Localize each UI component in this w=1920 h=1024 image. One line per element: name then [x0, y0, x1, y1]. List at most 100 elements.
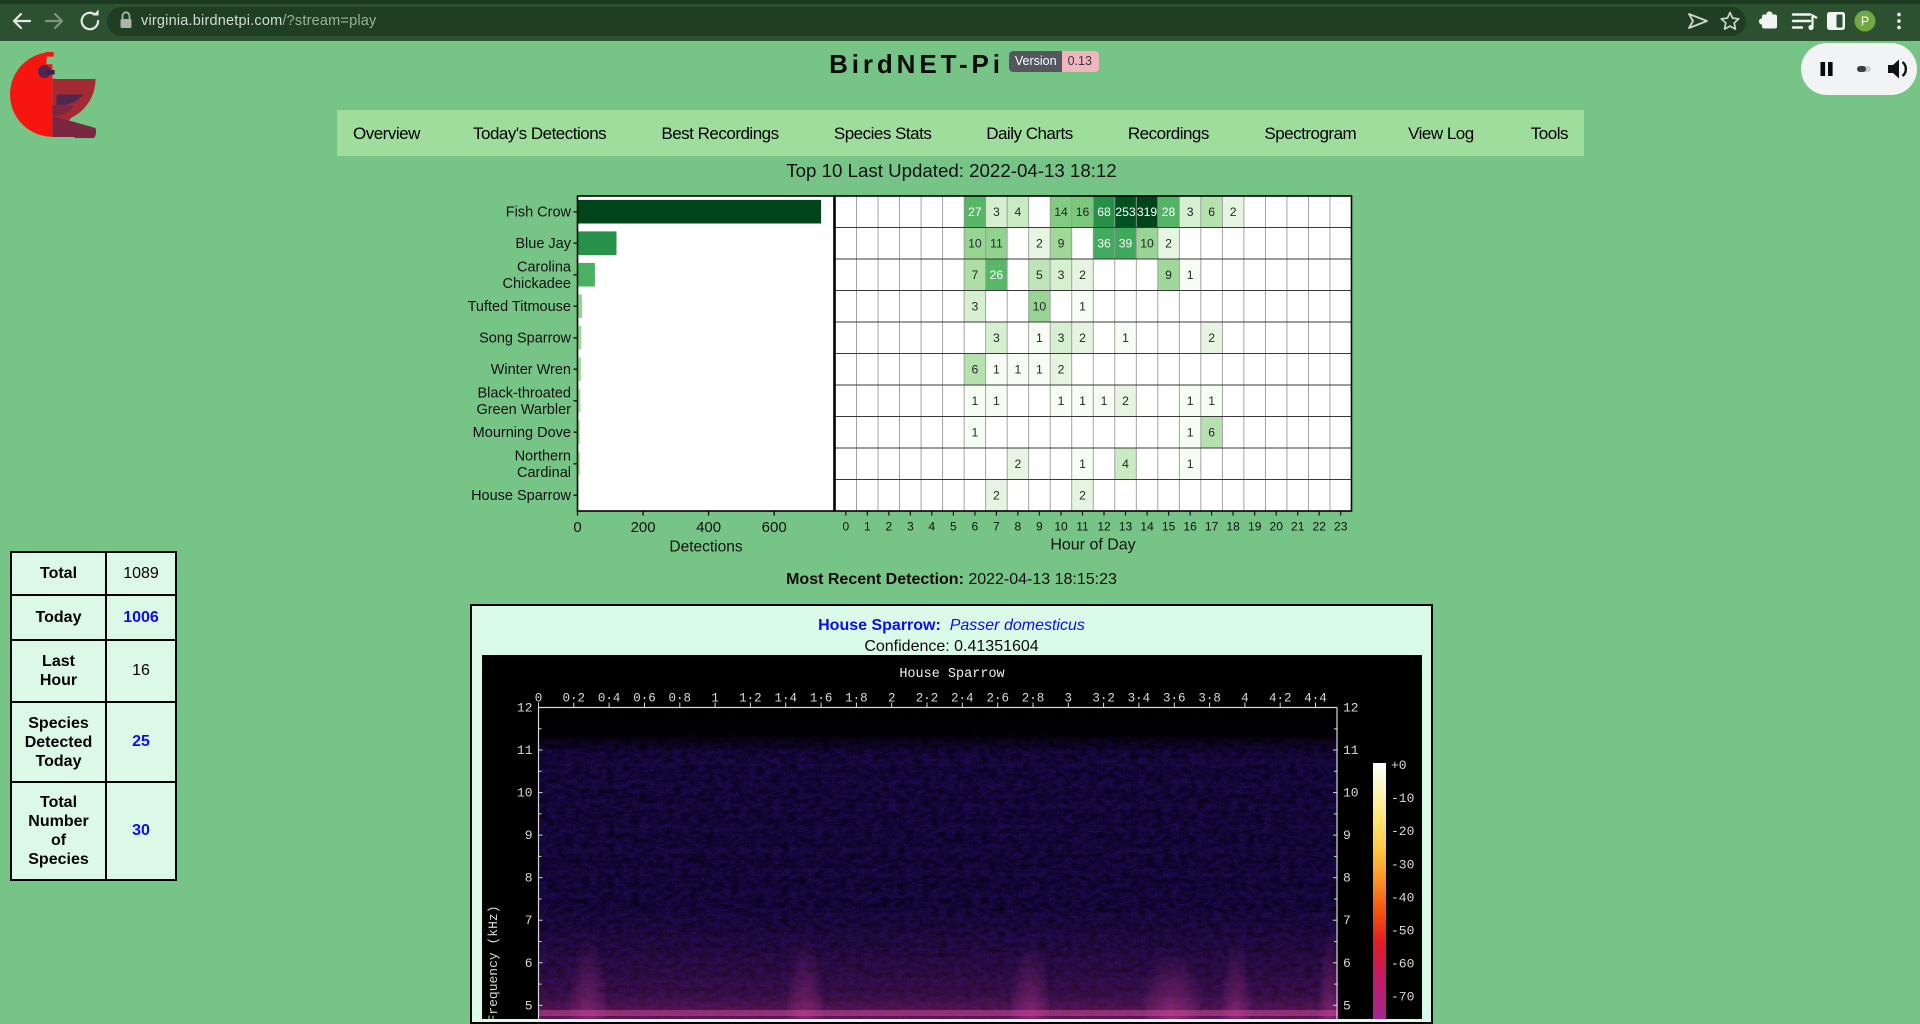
svg-text:Winter Wren: Winter Wren [491, 362, 571, 378]
svg-text:39: 39 [1119, 236, 1133, 250]
svg-text:13: 13 [1119, 520, 1133, 534]
svg-text:11: 11 [517, 743, 533, 758]
svg-text:28: 28 [1162, 205, 1176, 219]
svg-text:3: 3 [993, 331, 1000, 345]
svg-text:10: 10 [1033, 299, 1047, 313]
svg-text:-60: -60 [1391, 957, 1414, 972]
svg-text:11: 11 [990, 236, 1003, 250]
svg-text:1: 1 [1036, 362, 1043, 376]
svg-text:1: 1 [1187, 268, 1194, 282]
svg-text:7: 7 [525, 913, 533, 928]
svg-text:1: 1 [1079, 457, 1086, 471]
svg-text:Frequency (kHz): Frequency (kHz) [486, 905, 501, 1019]
svg-text:Tufted Titmouse: Tufted Titmouse [468, 299, 571, 315]
svg-text:P: P [1861, 15, 1869, 29]
svg-text:1: 1 [864, 520, 871, 534]
svg-text:6: 6 [525, 956, 533, 971]
svg-text:27: 27 [968, 205, 982, 219]
svg-text:15: 15 [1162, 520, 1176, 534]
svg-text:16: 16 [1076, 205, 1090, 219]
svg-text:+0: +0 [1391, 758, 1407, 773]
svg-text:22: 22 [1313, 520, 1327, 534]
svg-text:1: 1 [1187, 394, 1194, 408]
svg-text:Mourning Dove: Mourning Dove [473, 425, 571, 441]
svg-text:4: 4 [1122, 457, 1129, 471]
svg-text:2: 2 [1079, 331, 1086, 345]
svg-text:253: 253 [1115, 205, 1136, 219]
svg-text:6: 6 [971, 362, 978, 376]
svg-text:5: 5 [1036, 268, 1043, 282]
svg-text:3: 3 [907, 520, 914, 534]
svg-text:9: 9 [1343, 828, 1351, 843]
svg-text:-70: -70 [1391, 990, 1414, 1005]
svg-text:0: 0 [842, 520, 849, 534]
svg-text:2: 2 [1058, 362, 1065, 376]
svg-text:5: 5 [525, 998, 533, 1013]
svg-text:3: 3 [1058, 268, 1065, 282]
svg-text:2: 2 [993, 488, 1000, 502]
svg-text:6: 6 [1208, 425, 1215, 439]
svg-text:21: 21 [1291, 520, 1305, 534]
svg-text:11: 11 [1076, 520, 1089, 534]
svg-text:18: 18 [1226, 520, 1240, 534]
svg-text:3: 3 [971, 299, 978, 313]
svg-text:3: 3 [1058, 331, 1065, 345]
svg-text:11: 11 [1343, 743, 1359, 758]
svg-text:12: 12 [1343, 701, 1359, 716]
svg-text:Hour of Day: Hour of Day [1050, 537, 1135, 554]
svg-text:Blue Jay: Blue Jay [515, 236, 571, 252]
svg-text:9: 9 [1058, 236, 1065, 250]
svg-text:10: 10 [1140, 236, 1154, 250]
svg-text:2: 2 [1079, 268, 1086, 282]
svg-text:1: 1 [1187, 457, 1194, 471]
svg-text:Detections: Detections [669, 539, 742, 556]
svg-text:400: 400 [696, 519, 721, 536]
svg-text:1: 1 [1101, 394, 1108, 408]
svg-text:4: 4 [1015, 205, 1022, 219]
svg-text:Cardinal: Cardinal [517, 465, 571, 481]
svg-text:12: 12 [1097, 520, 1111, 534]
svg-text:5: 5 [1343, 998, 1351, 1013]
svg-text:6: 6 [1208, 205, 1215, 219]
svg-text:1: 1 [1122, 331, 1129, 345]
svg-text:7: 7 [1343, 913, 1351, 928]
svg-text:600: 600 [762, 519, 787, 536]
svg-text:Chickadee: Chickadee [502, 276, 571, 292]
svg-text:1: 1 [971, 394, 978, 408]
svg-text:-30: -30 [1391, 857, 1414, 872]
svg-text:House Sparrow: House Sparrow [471, 488, 571, 504]
svg-text:4: 4 [928, 520, 935, 534]
svg-text:-20: -20 [1391, 824, 1414, 839]
svg-text:1: 1 [1079, 394, 1086, 408]
svg-text:23: 23 [1334, 520, 1348, 534]
svg-text:8: 8 [1343, 871, 1351, 886]
svg-text:1: 1 [993, 362, 1000, 376]
svg-text:17: 17 [1205, 520, 1219, 534]
svg-text:14: 14 [1054, 205, 1068, 219]
svg-text:3: 3 [993, 205, 1000, 219]
svg-text:Black-throated: Black-throated [478, 385, 572, 401]
svg-text:Northern: Northern [515, 448, 571, 464]
svg-text:Song Sparrow: Song Sparrow [479, 331, 571, 347]
svg-text:1: 1 [971, 425, 978, 439]
svg-text:7: 7 [993, 520, 1000, 534]
svg-text:0: 0 [573, 519, 581, 536]
svg-text:200: 200 [631, 519, 656, 536]
svg-text:20: 20 [1270, 520, 1284, 534]
svg-text:8: 8 [1015, 520, 1022, 534]
svg-text:1: 1 [1015, 362, 1022, 376]
svg-text:19: 19 [1248, 520, 1262, 534]
svg-text:1: 1 [1208, 394, 1215, 408]
svg-text:1: 1 [1079, 299, 1086, 313]
svg-text:2: 2 [1230, 205, 1237, 219]
svg-text:2: 2 [1079, 488, 1086, 502]
svg-text:10: 10 [968, 236, 982, 250]
svg-text:-50: -50 [1391, 924, 1414, 939]
svg-text:1: 1 [993, 394, 1000, 408]
svg-text:Fish Crow: Fish Crow [506, 205, 572, 221]
svg-text:Carolina: Carolina [517, 259, 572, 275]
svg-text:36: 36 [1097, 236, 1111, 250]
svg-text:1: 1 [1187, 425, 1194, 439]
svg-text:Green Warbler: Green Warbler [476, 402, 571, 418]
svg-text:3: 3 [1187, 205, 1194, 219]
